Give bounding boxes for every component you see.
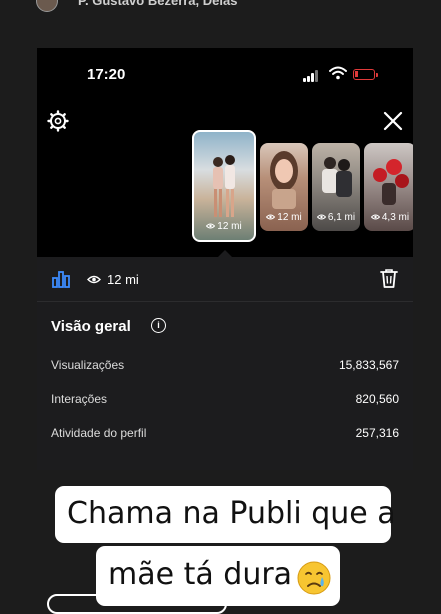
trash-icon[interactable] — [380, 268, 398, 288]
eye-icon — [266, 214, 276, 220]
status-icons — [303, 66, 383, 82]
insights-toolbar: 12 mi — [37, 257, 413, 302]
wifi-icon — [329, 66, 347, 80]
metric-row-views: Visualizações 15,833,567 — [51, 358, 399, 376]
battery-icon — [353, 69, 378, 80]
story-header: P. Gustavo Bezerra, Delas — [0, 0, 441, 14]
reel-portrait — [270, 151, 298, 209]
eye-icon — [87, 275, 101, 284]
insights-panel: 12 mi Visão geral i Visualizações 15,833… — [37, 257, 413, 470]
gear-icon[interactable] — [47, 110, 69, 132]
caption-line-1: Chama na Publi que a — [67, 496, 396, 531]
reel-thumbnail[interactable]: 12 mi — [260, 143, 308, 231]
reel-views: 12 mi — [260, 212, 308, 223]
reel-views: 12 mi — [194, 221, 254, 232]
reel-thumbnail[interactable]: 4,3 mi — [364, 143, 413, 231]
avatar[interactable] — [36, 0, 58, 12]
eye-icon — [316, 214, 326, 220]
metric-label: Atividade do perfil — [51, 426, 147, 440]
reel-thumbnail-selected[interactable]: 12 mi — [192, 130, 256, 242]
reel-figures — [373, 159, 409, 205]
selected-indicator — [218, 250, 232, 257]
reel-figures — [322, 157, 352, 197]
metric-value: 820,560 — [355, 392, 399, 406]
metric-label: Interações — [51, 392, 108, 406]
metric-value: 257,316 — [355, 426, 399, 440]
bar-chart-icon[interactable] — [51, 269, 71, 289]
metric-row-interactions: Interações 820,560 — [51, 392, 399, 410]
eye-icon — [206, 223, 216, 229]
info-icon[interactable]: i — [151, 318, 166, 333]
reel-views: 6,1 mi — [312, 212, 360, 223]
crying-face-icon — [297, 561, 331, 595]
metric-value: 15,833,567 — [338, 358, 399, 372]
reel-figures — [213, 155, 235, 217]
overview-title: Visão geral — [51, 318, 131, 335]
eye-icon — [370, 214, 380, 220]
metric-row-profile-activity: Atividade do perfil 257,316 — [51, 426, 399, 444]
story-username[interactable]: P. Gustavo Bezerra, Delas — [78, 0, 237, 8]
insights-screenshot: 17:20 12 mi 12 mi 6,1 mi 4,3 mi 12 mi Vi… — [37, 48, 413, 470]
caption-line-2: mãe tá dura — [108, 557, 293, 592]
status-time: 17:20 — [87, 66, 126, 83]
views-count: 12 mi — [107, 272, 139, 287]
metric-label: Visualizações — [51, 358, 125, 372]
close-icon[interactable] — [381, 109, 405, 133]
reel-thumbnail[interactable]: 6,1 mi — [312, 143, 360, 231]
reel-views: 4,3 mi — [364, 212, 413, 223]
story-reply-outline — [47, 594, 227, 614]
